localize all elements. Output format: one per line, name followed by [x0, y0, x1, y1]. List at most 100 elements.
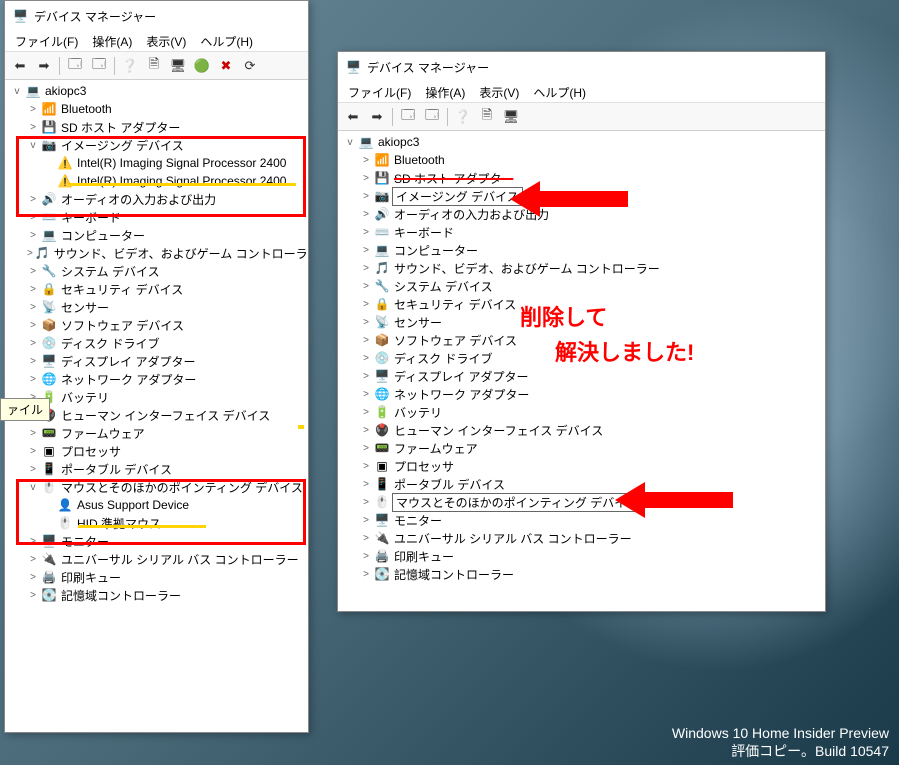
- expand-icon[interactable]: >: [27, 464, 39, 475]
- tree-item[interactable]: >🖥️モニター: [9, 532, 304, 550]
- titlebar[interactable]: 🖥️ デバイス マネージャー: [338, 52, 825, 82]
- tree-item[interactable]: >🖨️印刷キュー: [342, 547, 821, 565]
- tree-item[interactable]: >🎵サウンド、ビデオ、およびゲーム コントローラー: [342, 259, 821, 277]
- tree-item[interactable]: >🔧システム デバイス: [9, 262, 304, 280]
- menu-help[interactable]: ヘルプ(H): [527, 82, 592, 103]
- expand-icon[interactable]: >: [27, 194, 39, 205]
- expand-icon[interactable]: >: [27, 536, 39, 547]
- help-icon[interactable]: ❔: [452, 106, 474, 128]
- tree-item[interactable]: >🎵サウンド、ビデオ、およびゲーム コントローラー: [9, 244, 304, 262]
- tree-item[interactable]: >🔌ユニバーサル シリアル バス コントローラー: [342, 529, 821, 547]
- tree-item[interactable]: 👤Asus Support Device: [9, 496, 304, 514]
- expand-icon[interactable]: >: [360, 497, 372, 508]
- menu-action[interactable]: 操作(A): [419, 82, 471, 103]
- expand-icon[interactable]: >: [360, 281, 372, 292]
- expand-icon[interactable]: >: [27, 248, 33, 259]
- titlebar[interactable]: 🖥️ デバイス マネージャー: [5, 1, 308, 31]
- view-list-icon[interactable]: 🗔: [421, 106, 443, 128]
- expand-icon[interactable]: >: [27, 356, 39, 367]
- tree-item[interactable]: >🔧システム デバイス: [342, 277, 821, 295]
- tree-item[interactable]: >📡センサー: [9, 298, 304, 316]
- tree-item[interactable]: >▣プロセッサ: [9, 442, 304, 460]
- tree-item[interactable]: >🔋バッテリ: [9, 388, 304, 406]
- expand-icon[interactable]: >: [27, 266, 39, 277]
- expand-icon[interactable]: >: [360, 461, 372, 472]
- expand-icon[interactable]: v: [27, 482, 39, 493]
- expand-icon[interactable]: >: [360, 209, 372, 220]
- expand-icon[interactable]: >: [27, 284, 39, 295]
- tree-item[interactable]: >🖨️印刷キュー: [9, 568, 304, 586]
- tree-item[interactable]: >💽記憶域コントローラー: [342, 565, 821, 583]
- view-detail-icon[interactable]: 🗔: [64, 55, 86, 77]
- menu-view[interactable]: 表示(V): [140, 31, 192, 52]
- expand-icon[interactable]: >: [360, 353, 372, 364]
- expand-icon[interactable]: >: [360, 245, 372, 256]
- enable-icon[interactable]: 🟢: [191, 55, 213, 77]
- expand-icon[interactable]: >: [27, 590, 39, 601]
- view-detail-icon[interactable]: 🗔: [397, 106, 419, 128]
- tree-item[interactable]: >🖥️モニター: [342, 511, 821, 529]
- forward-button[interactable]: ➡: [33, 55, 55, 77]
- expand-icon[interactable]: >: [360, 263, 372, 274]
- tree-item[interactable]: >💾SD ホスト アダプター: [9, 118, 304, 136]
- back-button[interactable]: ⬅: [9, 55, 31, 77]
- tree-item[interactable]: >🖲️ヒューマン インターフェイス デバイス: [342, 421, 821, 439]
- expand-icon[interactable]: >: [27, 446, 39, 457]
- expand-icon[interactable]: >: [27, 302, 39, 313]
- tree-item[interactable]: >📟ファームウェア: [9, 424, 304, 442]
- tree-item[interactable]: >📟ファームウェア: [342, 439, 821, 457]
- expand-icon[interactable]: >: [360, 191, 372, 202]
- expand-icon[interactable]: >: [27, 104, 39, 115]
- device-tree[interactable]: v💻akiopc3 >📶Bluetooth>💾SD ホスト アダプターv📷イメー…: [5, 80, 308, 732]
- tree-item[interactable]: >💿ディスク ドライブ: [9, 334, 304, 352]
- tree-item[interactable]: >💻コンピューター: [342, 241, 821, 259]
- tree-item[interactable]: >📶Bluetooth: [9, 100, 304, 118]
- tree-item[interactable]: >🔋バッテリ: [342, 403, 821, 421]
- tree-item[interactable]: >🖥️ディスプレイ アダプター: [9, 352, 304, 370]
- expand-icon[interactable]: >: [360, 173, 372, 184]
- tree-item[interactable]: v🖱️マウスとそのほかのポインティング デバイス: [9, 478, 304, 496]
- scan-icon[interactable]: 🖥: [500, 106, 522, 128]
- expand-icon[interactable]: >: [360, 551, 372, 562]
- tree-item[interactable]: >🖱️マウスとそのほかのポインティング デバイス: [342, 493, 821, 511]
- tree-item[interactable]: >🔊オーディオの入力および出力: [9, 190, 304, 208]
- expand-icon[interactable]: >: [27, 230, 39, 241]
- tree-item[interactable]: >💽記憶域コントローラー: [9, 586, 304, 604]
- expand-icon[interactable]: >: [360, 515, 372, 526]
- tree-item[interactable]: >🖲️ヒューマン インターフェイス デバイス: [9, 406, 304, 424]
- expand-icon[interactable]: >: [27, 572, 39, 583]
- properties-icon[interactable]: 🗎: [476, 106, 498, 128]
- expand-icon[interactable]: >: [27, 554, 39, 565]
- expand-icon[interactable]: >: [360, 317, 372, 328]
- expand-icon[interactable]: v: [27, 140, 39, 151]
- back-button[interactable]: ⬅: [342, 106, 364, 128]
- expand-icon[interactable]: >: [360, 443, 372, 454]
- help-icon[interactable]: ❔: [119, 55, 141, 77]
- tree-item[interactable]: >📶Bluetooth: [342, 151, 821, 169]
- tree-item[interactable]: >🖥️ディスプレイ アダプター: [342, 367, 821, 385]
- expand-icon[interactable]: >: [27, 374, 39, 385]
- expand-icon[interactable]: >: [27, 338, 39, 349]
- tree-item[interactable]: >▣プロセッサ: [342, 457, 821, 475]
- expand-icon[interactable]: >: [27, 212, 39, 223]
- menu-file[interactable]: ファイル(F): [342, 82, 417, 103]
- tree-item[interactable]: >⌨️キーボード: [9, 208, 304, 226]
- tree-item[interactable]: >📱ポータブル デバイス: [9, 460, 304, 478]
- tree-item[interactable]: ⚠️Intel(R) Imaging Signal Processor 2400: [9, 154, 304, 172]
- view-list-icon[interactable]: 🗔: [88, 55, 110, 77]
- menu-action[interactable]: 操作(A): [86, 31, 138, 52]
- expand-icon[interactable]: >: [360, 155, 372, 166]
- tree-item[interactable]: >🌐ネットワーク アダプター: [9, 370, 304, 388]
- tree-item[interactable]: >📦ソフトウェア デバイス: [9, 316, 304, 334]
- refresh-icon[interactable]: ⟳: [239, 55, 261, 77]
- expand-icon[interactable]: >: [27, 320, 39, 331]
- menu-help[interactable]: ヘルプ(H): [194, 31, 259, 52]
- menu-view[interactable]: 表示(V): [473, 82, 525, 103]
- expand-icon[interactable]: >: [360, 371, 372, 382]
- expand-icon[interactable]: >: [360, 425, 372, 436]
- tree-item[interactable]: ⚠️Intel(R) Imaging Signal Processor 2400: [9, 172, 304, 190]
- expand-icon[interactable]: >: [360, 407, 372, 418]
- tree-item[interactable]: v📷イメージング デバイス: [9, 136, 304, 154]
- expand-icon[interactable]: >: [27, 428, 39, 439]
- forward-button[interactable]: ➡: [366, 106, 388, 128]
